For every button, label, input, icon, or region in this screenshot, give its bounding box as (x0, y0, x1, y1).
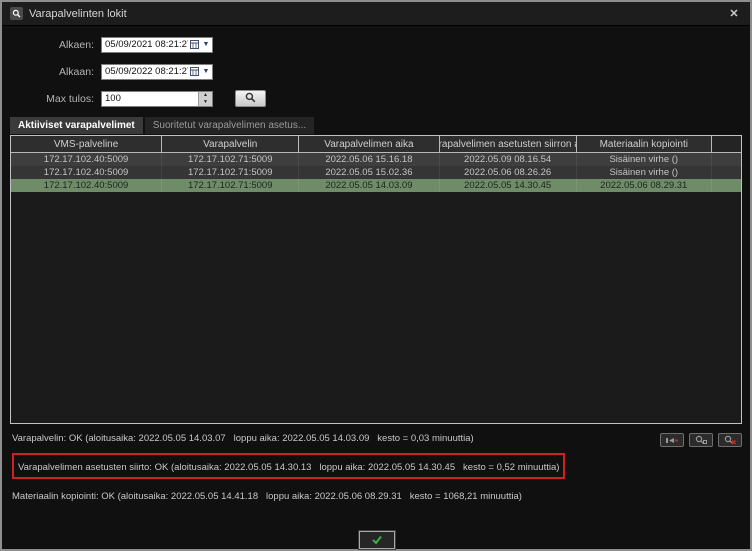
end-time-row: Alkaan: 05/09/2022 08:21:27 ▼ (2, 63, 750, 80)
stepper-down-icon[interactable]: ▼ (199, 99, 212, 106)
status-failover-server: Varapalvelin: OK (aloitusaika: 2022.05.0… (12, 433, 474, 444)
max-results-value: 100 (102, 92, 198, 106)
cell-vms-server: 172.17.102.40:5009 (11, 153, 162, 166)
mini-button-group (660, 433, 742, 447)
column-header-material-copy[interactable]: Materiaalin kopiointi (577, 136, 712, 153)
dialog-logs-icon (10, 7, 23, 20)
cell-material-copy: Sisäinen virhe () (577, 153, 712, 166)
calendar-icon[interactable] (188, 65, 200, 79)
cell-failover-time: 2022.05.05 14.03.09 (299, 179, 439, 192)
search-material-button[interactable] (689, 433, 713, 447)
arrow-left-icon (665, 436, 679, 445)
end-time-input[interactable]: 05/09/2022 08:21:27 ▼ (101, 64, 213, 80)
tab-completed-settings-transfers[interactable]: Suoritetut varapalvelimen asetus... (145, 117, 314, 134)
max-results-row: Max tulos: 100 ▲ ▼ (2, 90, 750, 107)
remove-search-button[interactable] (718, 433, 742, 447)
ok-button[interactable] (359, 531, 395, 549)
table-empty-area (11, 192, 741, 423)
search-button[interactable] (235, 90, 266, 107)
end-time-label: Alkaan: (2, 66, 94, 78)
window-title: Varapalvelinten lokit (29, 8, 127, 20)
column-header-stub (712, 136, 741, 153)
cell-failover-server: 172.17.102.71:5009 (162, 153, 299, 166)
tab-label: Suoritetut varapalvelimen asetus... (153, 120, 306, 131)
calendar-icon[interactable] (188, 38, 200, 52)
cell-failover-server: 172.17.102.71:5009 (162, 166, 299, 179)
cell-stub (712, 179, 741, 192)
failover-log-table: VMS-palveline Varapalvelin Varapalvelime… (10, 135, 742, 424)
magnifier-remove-icon (723, 435, 737, 445)
chevron-down-icon[interactable]: ▼ (200, 65, 212, 79)
end-time-value: 05/09/2022 08:21:27 (102, 66, 188, 77)
max-results-stepper[interactable]: 100 ▲ ▼ (101, 91, 213, 107)
filter-form: Alkaen: 05/09/2021 08:21:27 ▼ Alkaan: 05… (2, 26, 750, 107)
tab-bar: Aktiiviset varapalvelimet Suoritetut var… (10, 117, 750, 134)
checkmark-icon (371, 535, 383, 545)
cell-failover-time: 2022.05.06 15.16.18 (299, 153, 439, 166)
cell-settings-transfer-time: 2022.05.06 08.26.26 (440, 166, 577, 179)
magnifier-add-icon (694, 435, 708, 445)
jump-to-start-button[interactable] (660, 433, 684, 447)
highlighted-status-box: Varapalvelimen asetusten siirto: OK (alo… (12, 453, 565, 479)
max-results-label: Max tulos: (2, 93, 94, 105)
cell-stub (712, 166, 741, 179)
table-row[interactable]: 172.17.102.40:5009 172.17.102.71:5009 20… (11, 166, 741, 179)
close-icon[interactable]: ✕ (726, 6, 742, 22)
stepper-up-icon[interactable]: ▲ (199, 92, 212, 99)
cell-failover-time: 2022.05.05 15.02.36 (299, 166, 439, 179)
table-row[interactable]: 172.17.102.40:5009 172.17.102.71:5009 20… (11, 153, 741, 166)
column-header-settings-transfer-time[interactable]: Varapalvelimen asetusten siirron a... (440, 136, 577, 153)
column-header-failover-server[interactable]: Varapalvelin (162, 136, 299, 153)
cell-vms-server: 172.17.102.40:5009 (11, 166, 162, 179)
start-time-row: Alkaen: 05/09/2021 08:21:27 ▼ (2, 36, 750, 53)
column-header-failover-time[interactable]: Varapalvelimen aika (299, 136, 439, 153)
status-material-copy: Materiaalin kopiointi: OK (aloitusaika: … (12, 491, 522, 502)
start-time-input[interactable]: 05/09/2021 08:21:27 ▼ (101, 37, 213, 53)
table-row-selected[interactable]: 172.17.102.40:5009 172.17.102.71:5009 20… (11, 179, 741, 192)
cell-settings-transfer-time: 2022.05.05 14.30.45 (440, 179, 577, 192)
cell-vms-server: 172.17.102.40:5009 (11, 179, 162, 192)
tab-label: Aktiiviset varapalvelimet (18, 120, 135, 131)
cell-failover-server: 172.17.102.71:5009 (162, 179, 299, 192)
cell-material-copy: 2022.05.06 08.29.31 (577, 179, 712, 192)
stepper-arrows: ▲ ▼ (198, 92, 212, 106)
start-time-label: Alkaen: (2, 39, 94, 51)
cell-settings-transfer-time: 2022.05.09 08.16.54 (440, 153, 577, 166)
status-settings-transfer: Varapalvelimen asetusten siirto: OK (alo… (18, 462, 559, 473)
tab-active-failover-servers[interactable]: Aktiiviset varapalvelimet (10, 117, 143, 134)
column-header-vms-server[interactable]: VMS-palveline (11, 136, 162, 153)
chevron-down-icon[interactable]: ▼ (200, 38, 212, 52)
failover-logs-dialog: Varapalvelinten lokit ✕ Alkaen: 05/09/20… (0, 0, 752, 551)
table-header-row: VMS-palveline Varapalvelin Varapalvelime… (11, 136, 741, 153)
title-bar[interactable]: Varapalvelinten lokit ✕ (2, 2, 750, 26)
start-time-value: 05/09/2021 08:21:27 (102, 39, 188, 50)
status-area: Varapalvelin: OK (aloitusaika: 2022.05.0… (2, 424, 750, 549)
cell-stub (712, 153, 741, 166)
search-icon (245, 90, 256, 108)
cell-material-copy: Sisäinen virhe () (577, 166, 712, 179)
